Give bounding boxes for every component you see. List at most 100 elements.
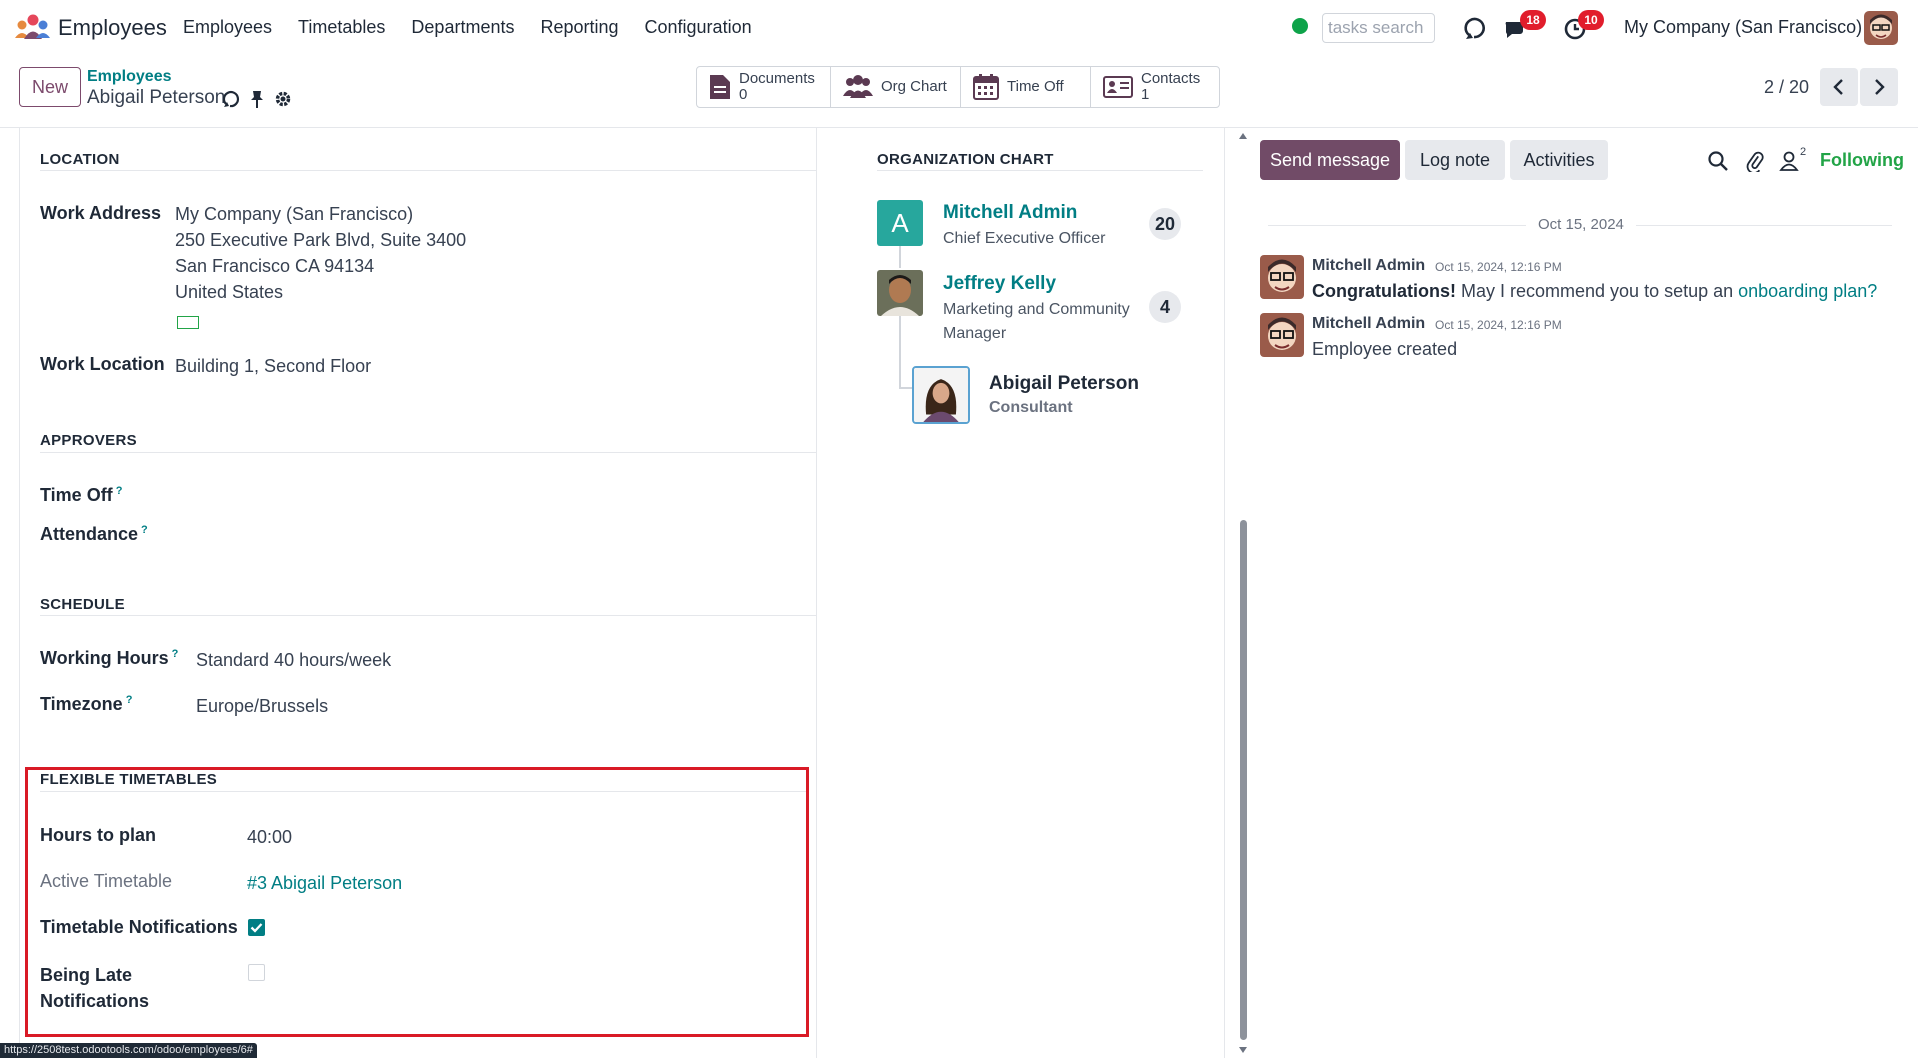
chevron-left-icon (1833, 79, 1843, 95)
document-icon (710, 75, 730, 99)
timezone-label: Timezone? (40, 694, 132, 715)
help-tooltip-icon[interactable]: ? (126, 694, 133, 706)
activities-button[interactable]: Activities (1510, 140, 1608, 180)
scroll-up-arrow-icon[interactable] (1238, 132, 1248, 140)
section-title-schedule: SCHEDULE (40, 596, 125, 613)
user-avatar[interactable] (1864, 11, 1898, 45)
manager-job-title: Chief Executive Officer (943, 230, 1106, 247)
working-hours-label: Working Hours? (40, 648, 178, 669)
users-group-icon (843, 75, 873, 98)
pager-previous-button[interactable] (1820, 68, 1858, 106)
section-divider (40, 615, 816, 616)
calendar-icon (973, 74, 999, 100)
company-switcher[interactable]: My Company (San Francisco) (1624, 17, 1862, 38)
timetable-notifications-checkbox[interactable] (248, 919, 265, 936)
chevron-right-icon (1875, 79, 1885, 95)
time-off-approver-label: Time Off? (40, 485, 122, 506)
org-chart-smart-button[interactable]: Org Chart (831, 67, 961, 107)
discuss-refresh-icon[interactable] (1462, 14, 1490, 42)
control-panel: New Employees Abigail Peterson Documents… (0, 56, 1918, 128)
smart-buttons: Documents 0 Org Chart Time Off Contacts … (696, 66, 1220, 108)
main-menu: Employees Timetables Departments Reporti… (183, 17, 778, 38)
scrollbar-thumb[interactable] (1240, 520, 1247, 1040)
section-title-approvers: APPROVERS (40, 432, 137, 449)
app-name[interactable]: Employees (58, 15, 167, 41)
being-late-notifications-label: Being Late Notifications (40, 962, 149, 1014)
scroll-down-arrow-icon[interactable] (1238, 1046, 1248, 1054)
job-line: Marketing and Community (943, 301, 1130, 318)
employees-app-icon[interactable] (14, 14, 50, 40)
menu-departments[interactable]: Departments (411, 17, 514, 38)
followers-icon[interactable] (1778, 150, 1800, 172)
section-divider (40, 791, 806, 792)
jeffrey-kelly-job-title: Marketing and Community Manager (943, 298, 1130, 346)
new-button[interactable]: New (19, 67, 81, 107)
pin-icon[interactable] (249, 89, 265, 109)
discard-refresh-icon[interactable] (221, 89, 241, 109)
menu-employees[interactable]: Employees (183, 17, 272, 38)
help-tooltip-icon[interactable]: ? (116, 485, 123, 497)
jeffrey-kelly-link[interactable]: Jeffrey Kelly (943, 273, 1056, 295)
onboarding-plan-link[interactable]: onboarding plan? (1738, 281, 1877, 301)
being-late-notifications-checkbox[interactable] (248, 964, 265, 981)
help-tooltip-icon[interactable]: ? (141, 524, 148, 536)
documents-smart-button[interactable]: Documents 0 (697, 67, 831, 107)
author-avatar[interactable] (1260, 313, 1304, 357)
attendance-approver-label: Attendance? (40, 524, 148, 545)
job-line: Manager (943, 325, 1007, 342)
send-message-button[interactable]: Send message (1260, 140, 1400, 180)
work-location-label: Work Location (40, 354, 165, 374)
subordinates-count-button[interactable]: 4 (1149, 291, 1181, 323)
time-off-smart-button[interactable]: Time Off (961, 67, 1091, 107)
checkmark-icon (250, 923, 263, 933)
following-toggle[interactable]: Following (1820, 150, 1904, 171)
messages-badge: 18 (1520, 10, 1546, 30)
breadcrumb-parent[interactable]: Employees (87, 68, 171, 86)
work-address-value[interactable]: My Company (San Francisco) 250 Executive… (175, 201, 466, 305)
menu-reporting[interactable]: Reporting (540, 17, 618, 38)
followers-count: 2 (1800, 146, 1807, 158)
activities-badge: 10 (1578, 10, 1604, 30)
smart-button-label: Contacts (1141, 70, 1201, 87)
log-note-button[interactable]: Log note (1405, 140, 1505, 180)
smart-button-label: Time Off (1007, 78, 1064, 95)
message-author[interactable]: Mitchell Admin (1312, 257, 1425, 275)
help-tooltip-icon[interactable]: ? (172, 648, 179, 660)
map-icon[interactable] (177, 316, 199, 329)
message-timestamp: Oct 15, 2024, 12:16 PM (1435, 318, 1562, 332)
paperclip-icon[interactable] (1744, 150, 1766, 172)
menu-timetables[interactable]: Timetables (298, 17, 385, 38)
address-line: San Francisco CA 94134 (175, 256, 375, 276)
contacts-smart-button[interactable]: Contacts 1 (1091, 67, 1219, 107)
smart-button-label: Documents (739, 70, 815, 87)
presence-status-icon[interactable] (1292, 18, 1308, 34)
menu-configuration[interactable]: Configuration (645, 17, 752, 38)
message-body: Congratulations! May I recommend you to … (1312, 281, 1877, 302)
jeffrey-kelly-avatar[interactable] (877, 270, 923, 316)
working-hours-value[interactable]: Standard 40 hours/week (196, 650, 391, 671)
top-navbar: Employees Employees Timetables Departmen… (0, 0, 1918, 56)
pager-next-button[interactable] (1860, 68, 1898, 106)
manager-avatar[interactable]: A (877, 200, 923, 246)
work-address-label: Work Address (40, 203, 162, 223)
hours-to-plan-value[interactable]: 40:00 (247, 827, 292, 848)
gear-icon[interactable] (273, 89, 293, 109)
tasks-search-input[interactable] (1322, 13, 1435, 43)
message-timestamp: Oct 15, 2024, 12:16 PM (1435, 260, 1562, 274)
smart-button-count: 1 (1141, 86, 1150, 103)
section-divider (40, 452, 816, 453)
manager-name-link[interactable]: Mitchell Admin (943, 202, 1077, 224)
smart-button-count: 0 (739, 86, 748, 103)
label-text: Notifications (40, 991, 150, 1011)
author-avatar[interactable] (1260, 255, 1304, 299)
search-icon[interactable] (1707, 150, 1729, 172)
timezone-value[interactable]: Europe/Brussels (196, 696, 328, 717)
label-text: Timezone (40, 694, 123, 714)
message-body: Employee created (1312, 339, 1458, 359)
message-author[interactable]: Mitchell Admin (1312, 315, 1425, 333)
subordinates-count-button[interactable]: 20 (1149, 208, 1181, 240)
work-location-value[interactable]: Building 1, Second Floor (175, 356, 371, 377)
org-connector (899, 246, 901, 268)
active-timetable-link[interactable]: #3 Abigail Peterson (247, 873, 402, 894)
pager-value[interactable]: 2 / 20 (1764, 77, 1809, 98)
